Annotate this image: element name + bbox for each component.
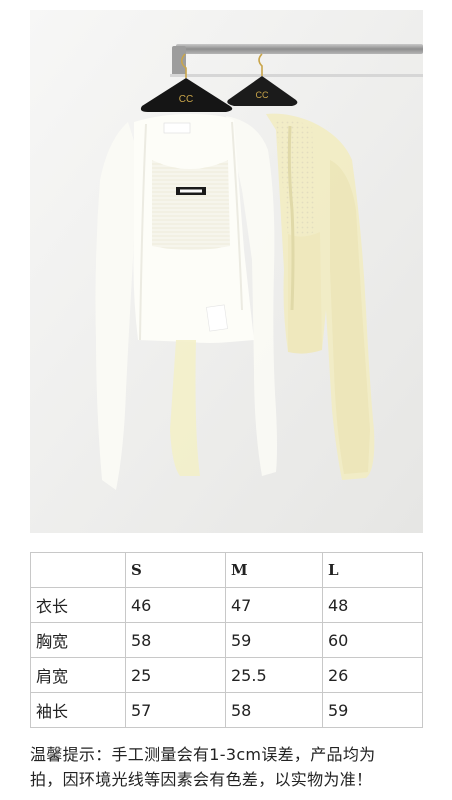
svg-text:CC: CC <box>179 94 193 105</box>
product-photo: CC CC <box>30 10 423 533</box>
row-label: 衣长 <box>30 587 126 623</box>
note-line-1: 温馨提示：手工测量会有1-3cm误差，产品均为 <box>30 745 376 764</box>
size-table: S M L 衣长 46 47 48 胸宽 58 59 60 肩宽 25 25.5… <box>30 552 423 728</box>
table-row: 袖长 57 58 59 <box>30 692 423 728</box>
note-line-2: 拍，因环境光线等因素会有色差，以实物为准！ <box>30 770 373 789</box>
row-label: 肩宽 <box>30 657 126 693</box>
header-cell <box>30 552 126 588</box>
table-cell: 46 <box>125 587 226 623</box>
product-page: CC CC S M L 衣长 46 47 48 胸宽 58 59 60 肩宽 2… <box>0 0 452 800</box>
header-cell-m: M <box>225 552 323 588</box>
table-cell: 60 <box>322 622 423 658</box>
table-cell: 57 <box>125 692 226 728</box>
table-cell: 26 <box>322 657 423 693</box>
table-row: 衣长 46 47 48 <box>30 587 423 623</box>
svg-text:CC: CC <box>256 90 269 100</box>
table-cell: 25 <box>125 657 226 693</box>
table-row: 肩宽 25 25.5 26 <box>30 657 423 693</box>
header-cell-l: L <box>322 552 423 588</box>
row-label: 袖长 <box>30 692 126 728</box>
measurement-note: 温馨提示：手工测量会有1-3cm误差，产品均为 拍，因环境光线等因素会有色差，以… <box>30 742 430 792</box>
table-cell: 48 <box>322 587 423 623</box>
table-cell: 47 <box>225 587 323 623</box>
table-cell: 59 <box>225 622 323 658</box>
table-row: 胸宽 58 59 60 <box>30 622 423 658</box>
header-cell-s: S <box>125 552 226 588</box>
table-cell: 59 <box>322 692 423 728</box>
table-header-row: S M L <box>30 552 423 588</box>
table-cell: 25.5 <box>225 657 323 693</box>
row-label: 胸宽 <box>30 622 126 658</box>
table-cell: 58 <box>225 692 323 728</box>
table-cell: 58 <box>125 622 226 658</box>
